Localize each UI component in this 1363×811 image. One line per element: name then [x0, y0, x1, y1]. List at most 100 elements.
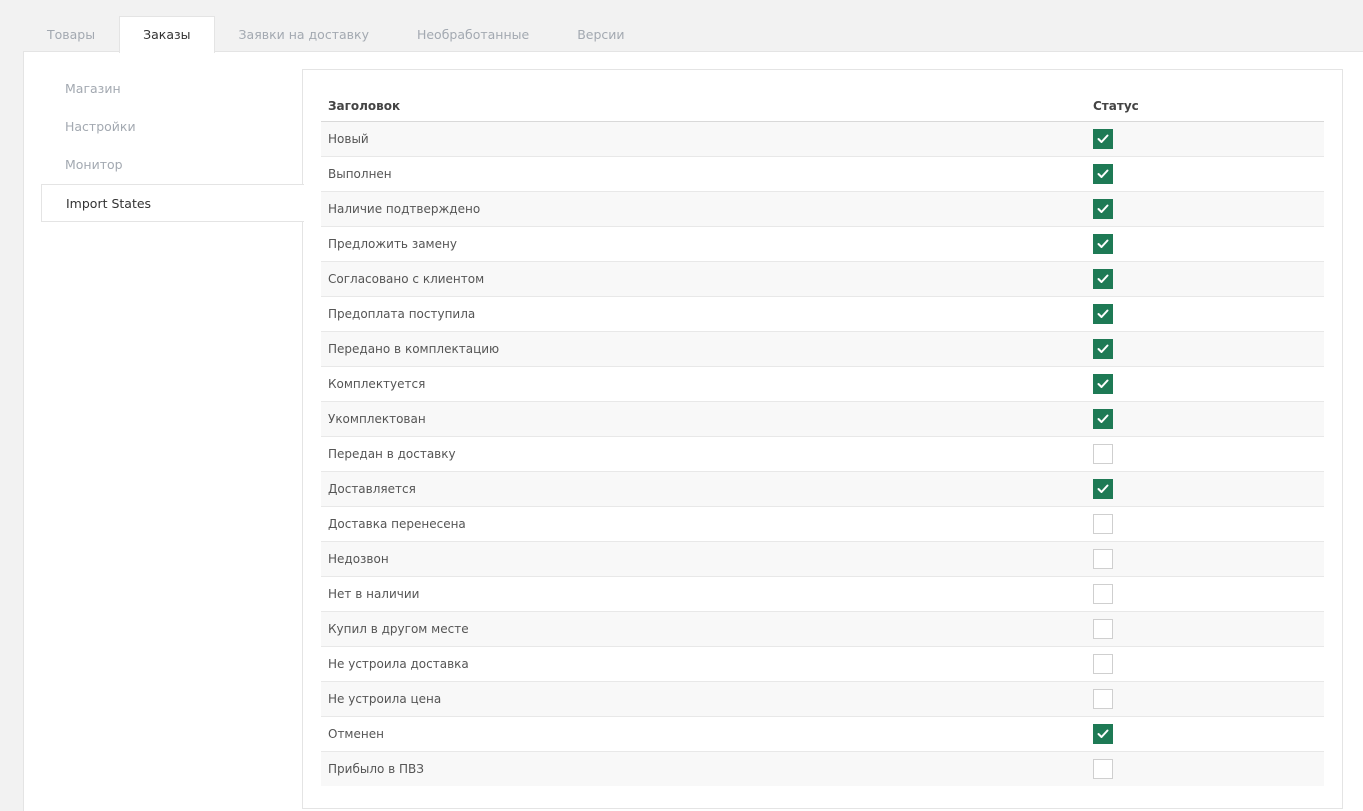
checkmark-icon [1097, 414, 1109, 423]
state-status-cell [1086, 611, 1324, 647]
status-checkbox[interactable] [1093, 619, 1113, 639]
table-row: Доставка перенесена [321, 506, 1324, 542]
state-status-cell [1086, 296, 1324, 332]
status-checkbox[interactable] [1093, 129, 1113, 149]
status-checkbox[interactable] [1093, 724, 1113, 744]
state-status-cell [1086, 471, 1324, 507]
status-checkbox[interactable] [1093, 339, 1113, 359]
sidenav-item-shop[interactable]: Магазин [41, 70, 303, 108]
state-title: Прибыло в ПВЗ [321, 751, 1086, 786]
table-header-row: Заголовок Статус [321, 90, 1324, 122]
tab-products[interactable]: Товары [23, 16, 119, 52]
status-checkbox[interactable] [1093, 759, 1113, 779]
state-status-cell [1086, 681, 1324, 717]
table-row: Предоплата поступила [321, 296, 1324, 332]
tab-versions[interactable]: Версии [553, 16, 648, 52]
status-checkbox[interactable] [1093, 164, 1113, 184]
table-row: Передано в комплектацию [321, 331, 1324, 367]
state-status-cell [1086, 191, 1324, 227]
state-status-cell [1086, 121, 1324, 157]
table-row: Прибыло в ПВЗ [321, 751, 1324, 786]
tab-orders[interactable]: Заказы [119, 16, 215, 53]
state-status-cell [1086, 646, 1324, 682]
table-row: Не устроила цена [321, 681, 1324, 717]
column-header-title: Заголовок [321, 90, 1086, 122]
table-row: Отменен [321, 716, 1324, 752]
state-status-cell [1086, 331, 1324, 367]
checkmark-icon [1097, 239, 1109, 248]
table-row: Передан в доставку [321, 436, 1324, 472]
state-title: Передан в доставку [321, 436, 1086, 472]
status-checkbox[interactable] [1093, 304, 1113, 324]
sidenav-item-monitor[interactable]: Монитор [41, 146, 303, 184]
checkmark-icon [1097, 134, 1109, 143]
state-title: Согласовано с клиентом [321, 261, 1086, 297]
side-navigation: Магазин Настройки Монитор Import States [41, 70, 304, 222]
state-title: Укомплектован [321, 401, 1086, 437]
tab-unprocessed[interactable]: Необработанные [393, 16, 553, 52]
status-checkbox[interactable] [1093, 234, 1113, 254]
table-body: Новый Выполнен Наличие подтверждено Предлож… [321, 121, 1324, 786]
state-status-cell [1086, 506, 1324, 542]
state-title: Комплектуется [321, 366, 1086, 402]
table-row: Наличие подтверждено [321, 191, 1324, 227]
state-title: Предоплата поступила [321, 296, 1086, 332]
status-checkbox[interactable] [1093, 444, 1113, 464]
table-row: Доставляется [321, 471, 1324, 507]
checkmark-icon [1097, 309, 1109, 318]
import-states-table: Заголовок Статус Новый Выполнен Наличие по… [321, 90, 1324, 786]
table-row: Нет в наличии [321, 576, 1324, 612]
sidenav-item-import-states[interactable]: Import States [41, 184, 304, 222]
table-row: Недозвон [321, 541, 1324, 577]
state-status-cell [1086, 261, 1324, 297]
state-title: Недозвон [321, 541, 1086, 577]
status-checkbox[interactable] [1093, 549, 1113, 569]
status-checkbox[interactable] [1093, 409, 1113, 429]
table-row: Выполнен [321, 156, 1324, 192]
table-row: Новый [321, 121, 1324, 157]
checkmark-icon [1097, 484, 1109, 493]
state-title: Наличие подтверждено [321, 191, 1086, 227]
state-title: Доставляется [321, 471, 1086, 507]
state-status-cell [1086, 156, 1324, 192]
state-title: Новый [321, 121, 1086, 157]
state-status-cell [1086, 576, 1324, 612]
status-checkbox[interactable] [1093, 269, 1113, 289]
state-title: Доставка перенесена [321, 506, 1086, 542]
status-checkbox[interactable] [1093, 479, 1113, 499]
status-checkbox[interactable] [1093, 199, 1113, 219]
status-checkbox[interactable] [1093, 514, 1113, 534]
state-title: Отменен [321, 716, 1086, 752]
status-checkbox[interactable] [1093, 584, 1113, 604]
state-title: Не устроила доставка [321, 646, 1086, 682]
checkmark-icon [1097, 204, 1109, 213]
state-status-cell [1086, 401, 1324, 437]
tab-delivery-requests[interactable]: Заявки на доставку [215, 16, 393, 52]
state-status-cell [1086, 751, 1324, 786]
sidenav-item-settings[interactable]: Настройки [41, 108, 303, 146]
status-checkbox[interactable] [1093, 374, 1113, 394]
table-row: Согласовано с клиентом [321, 261, 1324, 297]
status-checkbox[interactable] [1093, 689, 1113, 709]
state-title: Предложить замену [321, 226, 1086, 262]
checkmark-icon [1097, 169, 1109, 178]
state-status-cell [1086, 716, 1324, 752]
checkmark-icon [1097, 344, 1109, 353]
state-status-cell [1086, 436, 1324, 472]
import-states-panel: Заголовок Статус Новый Выполнен Наличие по… [302, 69, 1343, 809]
checkmark-icon [1097, 274, 1109, 283]
state-title: Выполнен [321, 156, 1086, 192]
state-title: Передано в комплектацию [321, 331, 1086, 367]
checkmark-icon [1097, 729, 1109, 738]
state-status-cell [1086, 541, 1324, 577]
state-status-cell [1086, 366, 1324, 402]
table-row: Купил в другом месте [321, 611, 1324, 647]
column-header-status: Статус [1086, 90, 1324, 122]
table-row: Предложить замену [321, 226, 1324, 262]
state-title: Купил в другом месте [321, 611, 1086, 647]
state-title: Не устроила цена [321, 681, 1086, 717]
table-row: Не устроила доставка [321, 646, 1324, 682]
checkmark-icon [1097, 379, 1109, 388]
status-checkbox[interactable] [1093, 654, 1113, 674]
state-status-cell [1086, 226, 1324, 262]
